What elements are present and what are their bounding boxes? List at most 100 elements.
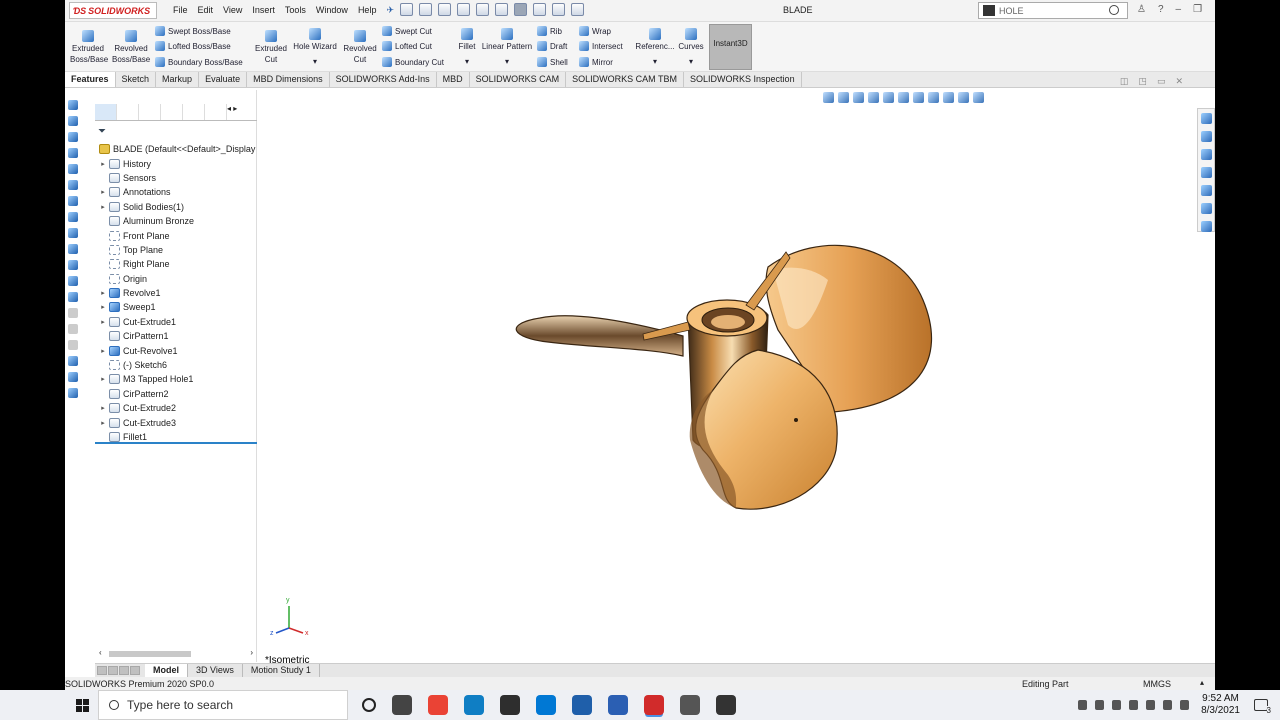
search-icon[interactable] bbox=[1109, 5, 1119, 15]
battery-icon[interactable] bbox=[1146, 700, 1156, 710]
feature-manager-tab-icon[interactable] bbox=[95, 104, 117, 120]
menu-tools[interactable]: Tools bbox=[285, 5, 306, 16]
tab-mbd-dimensions[interactable]: MBD Dimensions bbox=[247, 72, 330, 87]
tree-item[interactable]: CirPattern1 bbox=[95, 329, 257, 343]
swept-boss-base-button[interactable]: Swept Boss/Base bbox=[155, 26, 231, 36]
status-dropdown-icon[interactable]: ▴ bbox=[1200, 678, 1204, 687]
start-button[interactable] bbox=[66, 690, 98, 720]
chrome-icon[interactable] bbox=[428, 695, 448, 715]
reference-geometry-button[interactable]: Referenc... ▾ bbox=[635, 26, 675, 67]
extruded-boss-base-button[interactable]: Extruded Boss/Base bbox=[70, 28, 108, 65]
file-explorer-icon[interactable] bbox=[1201, 149, 1212, 160]
expand-arrow-icon[interactable]: ▸ bbox=[99, 375, 107, 383]
extruded-cut-button[interactable]: Extruded Cut bbox=[253, 28, 289, 65]
solidworks-taskbar-icon[interactable] bbox=[644, 695, 664, 715]
tree-item[interactable]: ▸ Cut-Revolve1 bbox=[95, 343, 257, 357]
solidworks-resources-icon[interactable] bbox=[1201, 113, 1212, 124]
fillet-button[interactable]: Fillet ▾ bbox=[455, 26, 479, 67]
word-icon[interactable] bbox=[572, 695, 592, 715]
cortana-icon[interactable] bbox=[362, 698, 376, 712]
file-properties-icon[interactable] bbox=[552, 3, 565, 16]
tab-solidworks-cam-tbm[interactable]: SOLIDWORKS CAM TBM bbox=[566, 72, 685, 87]
revolve-icon[interactable] bbox=[68, 116, 78, 126]
graphics-area[interactable]: ◫ ◳ ▭ ✕ y x z *Isometric bbox=[258, 76, 1195, 666]
menu-insert[interactable]: Insert bbox=[252, 5, 275, 16]
expand-arrow-icon[interactable]: ▸ bbox=[99, 404, 107, 412]
help-icon[interactable]: ? bbox=[1158, 4, 1164, 15]
sketch-icon[interactable] bbox=[68, 372, 78, 382]
design-library-icon[interactable] bbox=[1201, 131, 1212, 142]
undo-icon[interactable] bbox=[495, 3, 508, 16]
tab-model[interactable]: Model bbox=[145, 664, 188, 677]
extrude-icon[interactable] bbox=[68, 100, 78, 110]
tree-item[interactable]: ▸ Solid Bodies(1) bbox=[95, 200, 257, 214]
forum-icon[interactable] bbox=[1201, 221, 1212, 232]
tab-solidworks-addins[interactable]: SOLIDWORKS Add-Ins bbox=[330, 72, 437, 87]
configuration-manager-tab-icon[interactable] bbox=[139, 104, 161, 120]
viewport-close-icon[interactable]: ✕ bbox=[1175, 76, 1183, 87]
wrap-icon[interactable] bbox=[68, 292, 78, 302]
tree-item[interactable]: ▸ Annotations bbox=[95, 185, 257, 199]
tree-item[interactable]: ▸ M3 Tapped Hole1 bbox=[95, 372, 257, 386]
restore-icon[interactable]: ❐ bbox=[1193, 4, 1202, 15]
search-input[interactable] bbox=[999, 5, 1099, 16]
unit-system-selector[interactable]: MMGS bbox=[1143, 679, 1171, 689]
shell-icon[interactable] bbox=[68, 196, 78, 206]
tree-item[interactable]: Origin bbox=[95, 272, 257, 286]
wrap-button[interactable]: Wrap bbox=[579, 26, 611, 36]
draft-button[interactable]: Draft bbox=[537, 41, 567, 51]
expand-arrow-icon[interactable]: ▸ bbox=[99, 160, 107, 168]
print-icon[interactable] bbox=[476, 3, 489, 16]
tab-motion-study-1[interactable]: Motion Study 1 bbox=[243, 664, 320, 677]
expand-arrow-icon[interactable]: ▸ bbox=[99, 419, 107, 427]
task-view-icon[interactable] bbox=[392, 695, 412, 715]
tree-item[interactable]: Front Plane bbox=[95, 228, 257, 242]
solidworks-logo[interactable]: ƊS SOLIDWORKS bbox=[69, 2, 157, 19]
scroll-left-icon[interactable]: ‹ bbox=[99, 648, 102, 657]
curves-button[interactable]: Curves ▾ bbox=[676, 26, 706, 67]
custom-properties-icon[interactable] bbox=[1201, 203, 1212, 214]
tree-item[interactable]: ▸ Cut-Extrude1 bbox=[95, 315, 257, 329]
store-icon[interactable] bbox=[500, 695, 520, 715]
edge-icon[interactable] bbox=[464, 695, 484, 715]
last-tab-icon[interactable] bbox=[130, 666, 140, 675]
search-commands-icon[interactable] bbox=[983, 5, 995, 16]
lofted-cut-button[interactable]: Lofted Cut bbox=[382, 41, 432, 51]
taskbar-search-box[interactable]: Type here to search bbox=[98, 690, 348, 720]
hole-icon[interactable] bbox=[68, 164, 78, 174]
volume-icon[interactable] bbox=[1180, 700, 1190, 710]
tree-item[interactable]: ▸ Cut-Extrude2 bbox=[95, 401, 257, 415]
tab-solidworks-cam[interactable]: SOLIDWORKS CAM bbox=[470, 72, 567, 87]
tree-item[interactable]: Right Plane bbox=[95, 257, 257, 271]
intersect-button[interactable]: Intersect bbox=[579, 41, 623, 51]
tree-item[interactable]: CirPattern2 bbox=[95, 387, 257, 401]
mirror-button[interactable]: Mirror bbox=[579, 57, 613, 67]
notification-center-icon[interactable]: 3 bbox=[1254, 699, 1271, 715]
viewport-maximize-icon[interactable]: ▭ bbox=[1157, 76, 1166, 87]
view-palette-icon[interactable] bbox=[1201, 167, 1212, 178]
scrollbar-thumb[interactable] bbox=[109, 651, 191, 657]
cam-tab-icon[interactable] bbox=[205, 104, 227, 120]
options-gear-icon[interactable] bbox=[571, 3, 584, 16]
expand-arrow-icon[interactable]: ▸ bbox=[99, 188, 107, 196]
photos-icon[interactable] bbox=[608, 695, 628, 715]
tab-3d-views[interactable]: 3D Views bbox=[188, 664, 243, 677]
propeller-model[interactable]: y x z bbox=[258, 90, 1195, 662]
panel-horizontal-scrollbar[interactable]: ‹ › bbox=[99, 648, 253, 659]
shell-button[interactable]: Shell bbox=[537, 57, 568, 67]
appearances-icon[interactable] bbox=[1201, 185, 1212, 196]
display-manager-tab-icon[interactable] bbox=[183, 104, 205, 120]
rib-icon[interactable] bbox=[68, 228, 78, 238]
menu-help[interactable]: Help bbox=[358, 5, 377, 16]
prev-tab-icon[interactable] bbox=[108, 666, 118, 675]
lofted-boss-base-button[interactable]: Lofted Boss/Base bbox=[155, 41, 231, 51]
calculator-icon[interactable] bbox=[680, 695, 700, 715]
tab-evaluate[interactable]: Evaluate bbox=[199, 72, 248, 87]
menu-window[interactable]: Window bbox=[316, 5, 348, 16]
dome-icon[interactable] bbox=[68, 276, 78, 286]
select-cursor-icon[interactable] bbox=[514, 3, 527, 16]
expand-arrow-icon[interactable]: ▸ bbox=[99, 303, 107, 311]
tree-item[interactable]: Aluminum Bronze bbox=[95, 214, 257, 228]
viewport-minimize-icon[interactable]: ◫ bbox=[1120, 76, 1129, 87]
tab-scroll-arrows-icon[interactable]: ◂ ▸ bbox=[227, 104, 247, 120]
